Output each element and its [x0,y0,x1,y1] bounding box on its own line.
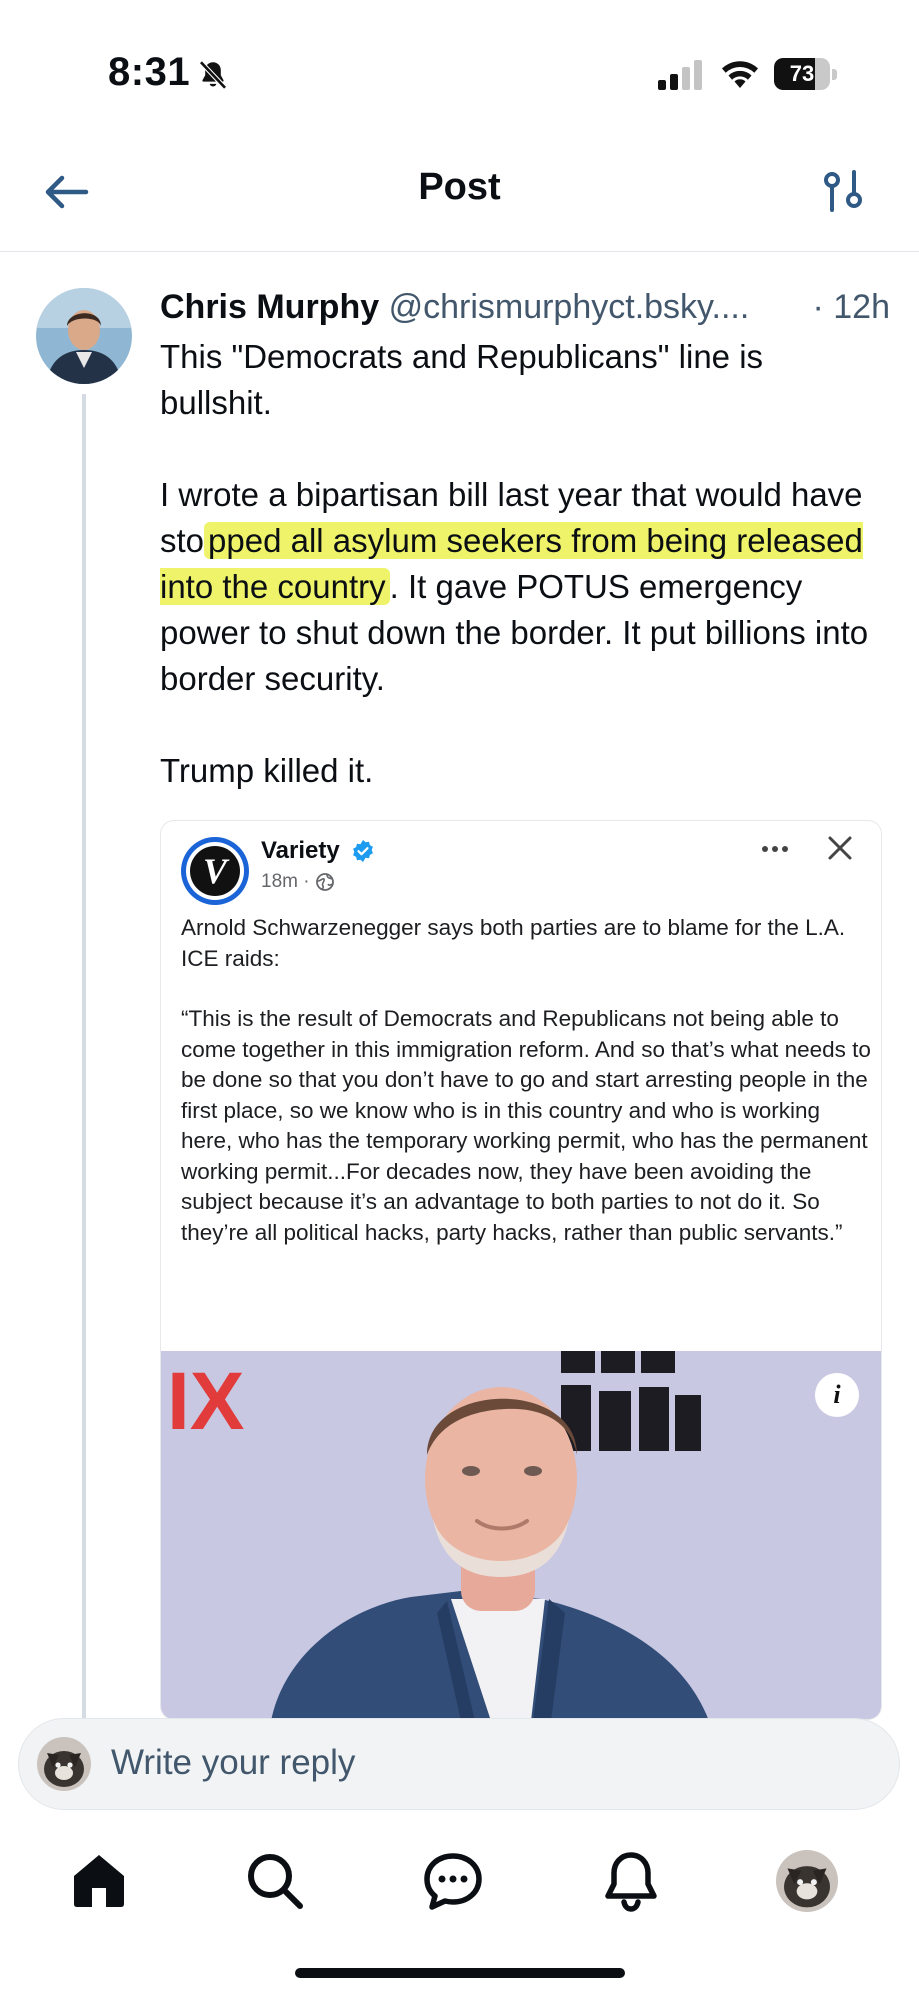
home-icon[interactable] [64,1846,134,1916]
bottom-tab-bar [0,1820,919,1950]
status-bar: 8:31 73 [0,0,919,130]
author-name[interactable]: Chris Murphy [160,288,379,326]
thread-settings-icon[interactable] [818,166,868,216]
app-header: Post [0,130,919,252]
embed-quote: “This is the result of Democrats and Rep… [181,1006,871,1245]
home-indicator [295,1968,625,1978]
close-icon [828,836,852,860]
post-body: This "Democrats and Republicans" line is… [160,334,880,840]
profile-avatar[interactable] [776,1850,838,1912]
cellular-signal-icon [658,60,702,90]
reply-input[interactable]: Write your reply [18,1718,900,1810]
embed-text: Arnold Schwarzenegger says both parties … [181,913,871,1278]
post-paragraph: Trump killed it. [160,752,374,789]
embed-headline: Arnold Schwarzenegger says both parties … [181,915,846,971]
info-icon: i [815,1373,859,1417]
author-handle[interactable]: @chrismurphyct.bsky.... [389,288,750,326]
reply-placeholder: Write your reply [111,1743,356,1782]
bell-off-icon [199,60,227,90]
author-avatar[interactable] [36,288,132,384]
embedded-image[interactable]: V Variety 18m · Arnold Schwarzenegger sa… [160,820,882,1720]
thread-line [82,394,86,1724]
post-timestamp[interactable]: · 12h [794,288,890,327]
svg-text:IX: IX [167,1356,244,1447]
post: Chris Murphy @chrismurphyct.bsky.... · 1… [0,252,919,1724]
globe-icon [315,873,334,891]
post-paragraph: This "Democrats and Republicans" line is… [160,338,764,421]
wifi-icon [722,61,758,88]
schwarzenegger-photo: IX i [161,1351,881,1719]
battery-indicator: 73 [774,58,838,90]
chat-icon[interactable] [418,1846,488,1916]
battery-percentage: 73 [789,61,815,86]
verified-badge-icon [353,840,373,862]
variety-logo-letter: V [190,846,240,896]
user-avatar [37,1737,91,1791]
search-icon[interactable] [240,1846,310,1916]
bell-icon[interactable] [596,1846,666,1916]
embed-source-meta: 18m · [261,871,335,893]
more-options-icon [762,846,788,852]
embed-timestamp: 18m · [261,871,310,892]
post-paragraph: I wrote a bipartisan bill last year that… [160,472,880,702]
page-title: Post [418,166,501,208]
status-time: 8:31 [108,50,191,94]
post-meta: Chris Murphy @chrismurphyct.bsky.... · 1… [160,288,890,332]
variety-logo: V [181,837,249,905]
embed-source-name: Variety [261,837,340,864]
